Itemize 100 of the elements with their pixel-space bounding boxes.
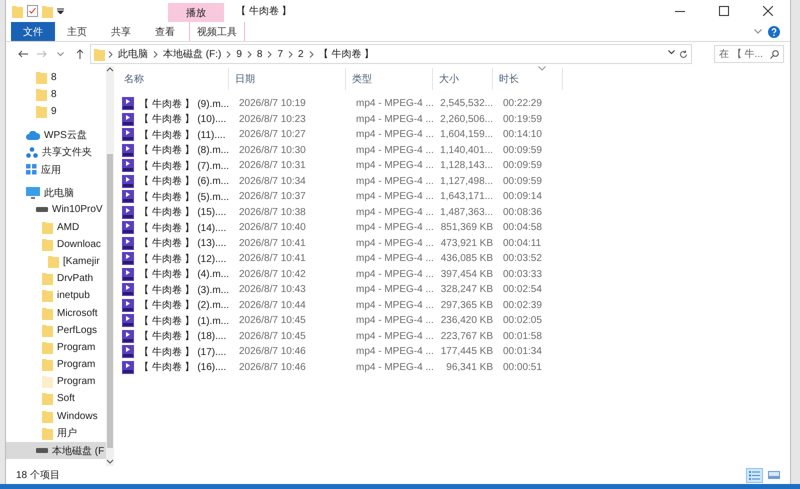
duration-cell-text: 00:09:59: [502, 144, 543, 156]
folder-icon: [42, 392, 53, 406]
help-icon[interactable]: [768, 26, 780, 38]
expand-ribbon-icon[interactable]: [754, 29, 762, 34]
ribbon-tab[interactable]: 视频工具: [189, 22, 245, 41]
file-name: 【 牛肉卷 】 (1).m...: [139, 314, 229, 328]
nav-item[interactable]: [Kamejir: [6, 252, 106, 270]
nav-item[interactable]: DrvPath: [6, 270, 106, 288]
scroll-up-icon[interactable]: [106, 66, 114, 74]
file-row[interactable]: 【 牛肉卷 】 (8).m... 2026/8/7 10:30 mp4 - MPEG-4 ... 1,140,401... 00:09:59: [118, 142, 790, 158]
up-arrow-icon: [76, 49, 84, 59]
sort-icon: [538, 66, 546, 71]
nav-item[interactable]: Win10ProV: [6, 201, 106, 218]
search-field[interactable]: 在 【 牛...: [714, 45, 784, 63]
folder-icon: [42, 375, 53, 388]
address-bar[interactable]: 此电脑 本地磁盘 (F:) 9 8 7 2 【 牛肉卷 】: [90, 44, 692, 64]
type-cell-text: mp4 - MPEG-4 ...: [355, 129, 435, 140]
ribbon-tab[interactable]: 文件: [11, 22, 55, 41]
video-file-icon: [122, 112, 134, 126]
date-cell-text: 2026/8/7 10:45: [238, 330, 307, 342]
file-row[interactable]: 【 牛肉卷 】 (15).... 2026/8/7 10:38 mp4 - MPEG-4 ... 1,487,363... 00:08:36: [118, 204, 790, 220]
file-name: 【 牛肉卷 】 (5).m...: [139, 190, 229, 204]
file-row[interactable]: 【 牛肉卷 】 (10).... 2026/8/7 10:23 mp4 - MPEG-4 ... 2,260,506... 00:19:59: [118, 112, 790, 127]
breadcrumb[interactable]: 9: [234, 48, 244, 60]
nav-item[interactable]: 应用: [6, 160, 106, 178]
date-cell-text: 2026/8/7 10:42: [238, 268, 307, 280]
file-row[interactable]: 【 牛肉卷 】 (2).m... 2026/8/7 10:44 mp4 - MPEG-4 ... 297,365 KB 00:02:39: [118, 298, 790, 313]
duration-cell-text: 00:02:54: [502, 284, 543, 296]
breadcrumb[interactable]: 【 牛肉卷 】: [316, 47, 376, 61]
scroll-down-icon[interactable]: [106, 458, 114, 466]
video-file-icon: [122, 283, 134, 296]
date-cell-text: 2026/8/7 10:38: [238, 206, 307, 218]
file-row[interactable]: 【 牛肉卷 】 (1).m... 2026/8/7 10:45 mp4 - MPEG-4 ... 236,420 KB 00:02:05: [118, 313, 790, 328]
nav-item[interactable]: 用户: [6, 424, 106, 442]
file-row[interactable]: 【 牛肉卷 】 (12).... 2026/8/7 10:41 mp4 - MPEG-4 ... 436,085 KB 00:03:52: [118, 251, 790, 266]
nav-item[interactable]: 共享文件夹: [6, 144, 106, 161]
nav-item[interactable]: 本地磁盘 (F: [6, 442, 106, 460]
nav-item[interactable]: Microsoft: [6, 304, 106, 322]
file-row[interactable]: 【 牛肉卷 】 (5).m... 2026/8/7 10:37 mp4 - MPEG-4 ... 1,643,171... 00:09:14: [118, 189, 790, 204]
file-row[interactable]: 【 牛肉卷 】 (17).... 2026/8/7 10:46 mp4 - MPEG-4 ... 177,445 KB 00:01:34: [118, 344, 790, 360]
dropdown-icon[interactable]: [668, 50, 675, 54]
nav-item[interactable]: Program: [6, 373, 106, 390]
file-row[interactable]: 【 牛肉卷 】 (16).... 2026/8/7 10:46 mp4 - MPEG-4 ... 96,341 KB 00:00:51: [118, 360, 790, 375]
duration-cell-text: 00:14:10: [502, 129, 543, 140]
folder-icon: [94, 48, 105, 60]
nav-item[interactable]: Soft: [6, 390, 106, 408]
file-name: 【 牛肉卷 】 (7).m...: [139, 160, 229, 173]
breadcrumb[interactable]: 2: [296, 48, 306, 60]
breadcrumb[interactable]: 本地磁盘 (F:): [161, 47, 224, 61]
nav-item[interactable]: 8: [6, 69, 106, 86]
refresh-icon[interactable]: [679, 50, 688, 58]
nav-item[interactable]: inetpub: [6, 287, 106, 304]
file-row[interactable]: 【 牛肉卷 】 (6).m... 2026/8/7 10:34 mp4 - MPEG-4 ... 1,127,498... 00:09:59: [118, 174, 790, 189]
context-tab-group: 播放: [168, 3, 224, 22]
video-file-icon: [122, 144, 134, 157]
nav-item[interactable]: Downloac: [6, 236, 106, 253]
file-name: 【 牛肉卷 】 (2).m...: [139, 298, 229, 312]
date-cell-text: 2026/8/7 10:45: [238, 315, 307, 326]
file-row[interactable]: 【 牛肉卷 】 (9).m... 2026/8/7 10:19 mp4 - MPEG-4 ... 2,545,532... 00:22:29: [118, 96, 790, 112]
type-cell-text: mp4 - MPEG-4 ...: [355, 206, 435, 218]
window-title: 【 牛肉卷 】: [236, 4, 292, 18]
breadcrumb[interactable]: 7: [275, 48, 286, 60]
date-cell-text: 2026/8/7 10:27: [238, 129, 307, 140]
size-cell-text: 1,643,171...: [439, 191, 494, 202]
breadcrumb[interactable]: 此电脑: [116, 47, 150, 61]
nav-item[interactable]: WPS云盘: [6, 126, 106, 144]
type-cell-text: mp4 - MPEG-4 ...: [355, 144, 435, 156]
dropdown-icon[interactable]: [57, 8, 64, 14]
breadcrumb[interactable]: 8: [254, 48, 264, 60]
nav-item[interactable]: Program: [6, 356, 106, 374]
nav-item[interactable]: Windows: [6, 408, 106, 425]
nav-item[interactable]: PerfLogs: [6, 322, 106, 339]
chevron-icon: [153, 50, 158, 58]
file-row[interactable]: 【 牛肉卷 】 (7).m... 2026/8/7 10:31 mp4 - MPEG-4 ... 1,128,143... 00:09:59: [118, 158, 790, 174]
file-row[interactable]: 【 牛肉卷 】 (3).m... 2026/8/7 10:43 mp4 - MPEG-4 ... 328,247 KB 00:02:54: [118, 282, 790, 298]
file-name: 【 牛肉卷 】 (14)....: [139, 222, 226, 235]
file-row[interactable]: 【 牛肉卷 】 (13).... 2026/8/7 10:41 mp4 - MPEG-4 ... 473,921 KB 00:04:11: [118, 236, 790, 251]
type-cell-text: mp4 - MPEG-4 ...: [355, 191, 435, 202]
folder-icon: [42, 340, 53, 354]
file-row[interactable]: 【 牛肉卷 】 (4).m... 2026/8/7 10:42 mp4 - MPEG-4 ... 397,454 KB 00:03:33: [118, 266, 790, 282]
nav-item[interactable]: 此电脑: [6, 184, 106, 202]
video-file-icon: [122, 268, 134, 281]
nav-item[interactable]: Program: [6, 338, 106, 356]
chevron-icon: [108, 50, 113, 58]
properties-icon[interactable]: [27, 5, 38, 17]
nav-item[interactable]: 8: [6, 86, 106, 104]
folder-icon: [36, 71, 47, 84]
details-view-button[interactable]: [746, 468, 763, 482]
size-cell-text: 96,341 KB: [445, 362, 494, 373]
scrollbar[interactable]: [106, 66, 114, 466]
size-cell-text: 2,545,532...: [439, 98, 494, 110]
file-row[interactable]: 【 牛肉卷 】 (14).... 2026/8/7 10:40 mp4 - MPEG-4 ... 851,369 KB 00:04:58: [118, 220, 790, 236]
nav-item[interactable]: AMD: [6, 218, 106, 236]
file-row[interactable]: 【 牛肉卷 】 (18).... 2026/8/7 10:45 mp4 - MPEG-4 ... 223,767 KB 00:01:58: [118, 328, 790, 344]
nav-item[interactable]: 9: [6, 103, 106, 121]
search-icon: [770, 50, 779, 58]
video-file-icon: [122, 298, 134, 312]
file-row[interactable]: 【 牛肉卷 】 (11).... 2026/8/7 10:27 mp4 - MPEG-4 ... 1,604,159... 00:14:10: [118, 127, 790, 142]
date-cell-text: 2026/8/7 10:46: [238, 362, 307, 373]
file-name: 【 牛肉卷 】 (15)....: [139, 206, 226, 220]
